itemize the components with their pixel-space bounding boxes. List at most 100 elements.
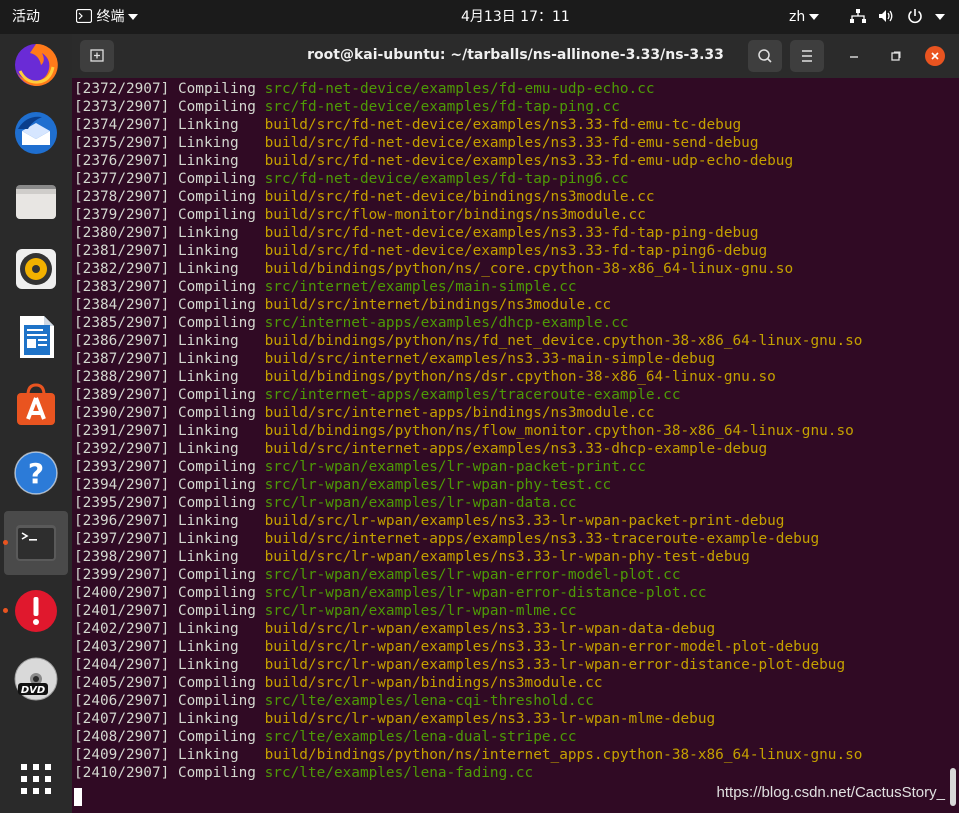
rhythmbox-icon[interactable]: [12, 245, 60, 293]
file-path: src/lte/examples/lena-cqi-threshold.cc: [264, 693, 594, 709]
terminal-line: [2396/2907] Linking build/src/lr-wpan/ex…: [74, 512, 954, 530]
chevron-down-icon: [809, 14, 820, 20]
progress-counter: [2386/2907]: [74, 333, 170, 349]
file-path: build/src/fd-net-device/examples/ns3.33-…: [264, 135, 759, 151]
help-icon[interactable]: ?: [12, 449, 60, 497]
build-action: Linking: [177, 243, 239, 259]
system-menu[interactable]: [850, 0, 946, 34]
file-path: build/src/lr-wpan/examples/ns3.33-lr-wpa…: [264, 639, 820, 655]
running-indicator: [3, 540, 8, 545]
minimize-icon: [850, 56, 858, 58]
progress-counter: [2377/2907]: [74, 171, 170, 187]
progress-counter: [2378/2907]: [74, 189, 170, 205]
file-path: build/src/internet/examples/ns3.33-main-…: [264, 351, 716, 367]
network-icon: [850, 8, 866, 23]
progress-counter: [2407/2907]: [74, 711, 170, 727]
chevron-down-icon: [128, 14, 139, 20]
terminal-icon[interactable]: [12, 519, 60, 567]
progress-counter: [2390/2907]: [74, 405, 170, 421]
show-applications-icon[interactable]: [12, 755, 60, 803]
input-method-label: zh: [789, 9, 806, 25]
terminal-line: [2399/2907] Compiling src/lr-wpan/exampl…: [74, 566, 954, 584]
new-tab-button[interactable]: [80, 40, 114, 72]
terminal-line: [2402/2907] Linking build/src/lr-wpan/ex…: [74, 620, 954, 638]
progress-counter: [2385/2907]: [74, 315, 170, 331]
progress-counter: [2383/2907]: [74, 279, 170, 295]
build-action: Compiling: [177, 477, 256, 493]
progress-counter: [2381/2907]: [74, 243, 170, 259]
minimize-button[interactable]: [844, 46, 864, 66]
progress-counter: [2372/2907]: [74, 81, 170, 97]
build-action: Compiling: [177, 405, 256, 421]
build-action: Compiling: [177, 495, 256, 511]
build-action: Compiling: [177, 675, 256, 691]
software-updater-icon[interactable]: [12, 587, 60, 635]
files-icon[interactable]: [12, 177, 60, 225]
file-path: src/fd-net-device/examples/fd-tap-ping.c…: [264, 99, 620, 115]
file-path: src/lr-wpan/examples/lr-wpan-data.cc: [264, 495, 577, 511]
progress-counter: [2388/2907]: [74, 369, 170, 385]
terminal-line: [2398/2907] Linking build/src/lr-wpan/ex…: [74, 548, 954, 566]
build-action: Compiling: [177, 603, 256, 619]
build-action: Compiling: [177, 99, 256, 115]
progress-counter: [2400/2907]: [74, 585, 170, 601]
libreoffice-writer-icon[interactable]: [12, 313, 60, 361]
svg-text:?: ?: [28, 457, 44, 490]
file-path: src/lr-wpan/examples/lr-wpan-packet-prin…: [264, 459, 646, 475]
terminal-line: [2400/2907] Compiling src/lr-wpan/exampl…: [74, 584, 954, 602]
file-path: build/src/internet-apps/bindings/ns3modu…: [264, 405, 655, 421]
activities-button[interactable]: 活动: [12, 0, 40, 34]
scrollbar[interactable]: [950, 768, 956, 806]
build-action: Linking: [177, 639, 239, 655]
file-path: build/bindings/python/ns/internet_apps.c…: [264, 747, 863, 763]
terminal-window[interactable]: root@kai-ubuntu: ~/tarballs/ns-allinone-…: [72, 34, 959, 813]
build-action: Compiling: [177, 585, 256, 601]
file-path: build/src/fd-net-device/examples/ns3.33-…: [264, 117, 742, 133]
title-bar[interactable]: root@kai-ubuntu: ~/tarballs/ns-allinone-…: [72, 34, 959, 78]
thunderbird-icon[interactable]: [12, 109, 60, 157]
progress-counter: [2394/2907]: [74, 477, 170, 493]
file-path: src/lr-wpan/examples/lr-wpan-mlme.cc: [264, 603, 577, 619]
progress-counter: [2409/2907]: [74, 747, 170, 763]
dvd-icon[interactable]: DVD: [12, 655, 60, 703]
progress-counter: [2401/2907]: [74, 603, 170, 619]
terminal-line: [2408/2907] Compiling src/lte/examples/l…: [74, 728, 954, 746]
file-path: src/fd-net-device/examples/fd-tap-ping6.…: [264, 171, 629, 187]
hamburger-icon: [802, 50, 812, 62]
file-path: src/internet/examples/main-simple.cc: [264, 279, 577, 295]
hamburger-menu-button[interactable]: [790, 40, 824, 72]
file-path: src/internet-apps/examples/traceroute-ex…: [264, 387, 681, 403]
progress-counter: [2376/2907]: [74, 153, 170, 169]
app-menu[interactable]: 终端: [76, 0, 139, 34]
terminal-line: [2389/2907] Compiling src/internet-apps/…: [74, 386, 954, 404]
progress-counter: [2387/2907]: [74, 351, 170, 367]
maximize-button[interactable]: [885, 46, 905, 66]
progress-counter: [2396/2907]: [74, 513, 170, 529]
file-path: build/src/fd-net-device/examples/ns3.33-…: [264, 153, 794, 169]
progress-counter: [2404/2907]: [74, 657, 170, 673]
dock: ? DVD: [0, 34, 72, 813]
chevron-down-icon: [935, 14, 946, 20]
build-action: Compiling: [177, 729, 256, 745]
progress-counter: [2379/2907]: [74, 207, 170, 223]
file-path: src/lte/examples/lena-dual-stripe.cc: [264, 729, 577, 745]
input-method-menu[interactable]: zh: [789, 0, 820, 34]
build-action: Compiling: [177, 765, 256, 781]
build-action: Linking: [177, 135, 239, 151]
ubuntu-software-icon[interactable]: [12, 381, 60, 429]
terminal-line: [2403/2907] Linking build/src/lr-wpan/ex…: [74, 638, 954, 656]
build-action: Compiling: [177, 171, 256, 187]
terminal-line: [2394/2907] Compiling src/lr-wpan/exampl…: [74, 476, 954, 494]
restore-icon: [891, 51, 901, 61]
build-action: Linking: [177, 657, 239, 673]
firefox-icon[interactable]: [12, 41, 60, 89]
progress-counter: [2403/2907]: [74, 639, 170, 655]
terminal-output[interactable]: [2372/2907] Compiling src/fd-net-device/…: [74, 80, 954, 782]
search-button[interactable]: [748, 40, 782, 72]
clock[interactable]: 4月13日 17：11: [461, 0, 570, 34]
close-button[interactable]: [925, 46, 945, 66]
search-icon: [758, 49, 772, 63]
progress-counter: [2391/2907]: [74, 423, 170, 439]
file-path: build/bindings/python/ns/fd_net_device.c…: [264, 333, 863, 349]
progress-counter: [2399/2907]: [74, 567, 170, 583]
